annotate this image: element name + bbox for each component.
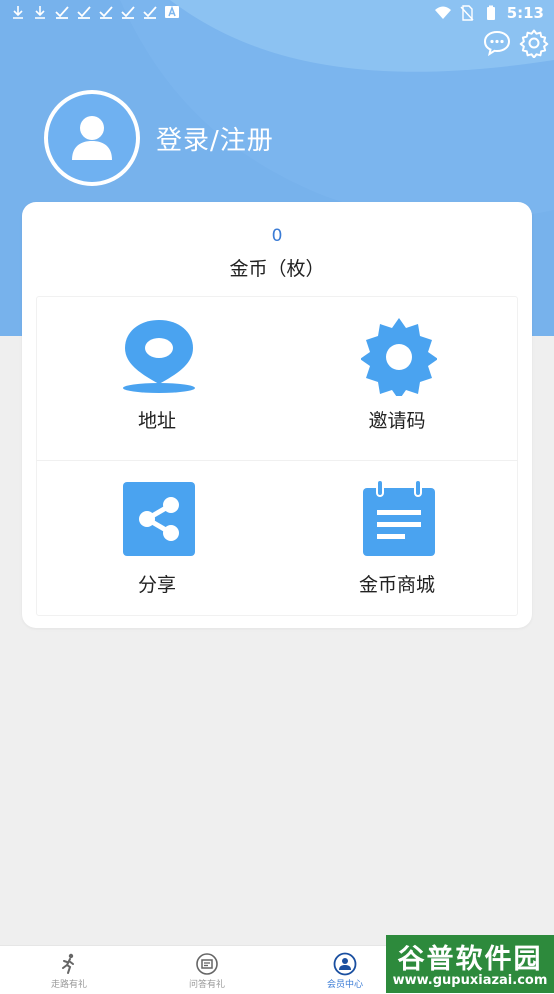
download-icon [13,6,23,19]
grid-item-coin-mall[interactable]: 金币商城 [297,478,497,628]
location-pin-icon [123,320,195,393]
download-icon [35,6,45,19]
status-time: 5:13 [506,4,544,22]
qa-icon [196,953,218,975]
check-icon [77,6,91,19]
grid-item-address[interactable]: 地址 [57,314,257,464]
gear-icon [361,318,437,396]
coin-label: 金币（枚） [229,258,325,280]
check-icon [55,6,69,19]
member-card: 0 金币（枚） 地址 邀请码 分享 金币商城 [22,202,532,628]
check-icon [143,6,157,19]
avatar[interactable] [44,90,140,186]
runner-icon [62,953,74,974]
settings-icon[interactable] [519,28,549,58]
watermark-url: www.gupuxiazai.com [392,973,548,988]
login-register-link[interactable]: 登录/注册 [156,120,274,157]
grid-label-address: 地址 [137,410,176,432]
notepad-icon [363,480,435,556]
status-system: 5:13 [434,4,544,22]
grid-label-share: 分享 [137,574,176,596]
grid-label-invite-code: 邀请码 [368,410,426,432]
chat-icon[interactable] [482,28,512,58]
watermark-title: 谷普软件园 [397,944,543,975]
a-icon [165,5,179,18]
coin-count: 0 [271,226,283,246]
battery-icon [486,5,495,20]
wifi-icon [434,6,451,19]
sim-off-icon [460,5,474,21]
member-icon [333,952,357,976]
tab-walk-reward[interactable]: 走路有礼 [0,946,138,994]
watermark-logo: 谷普软件园 www.gupuxiazai.com [386,935,554,993]
tab-label-qa: 问答有礼 [188,980,225,990]
user-icon [72,116,112,160]
share-icon [123,482,195,556]
grid-label-coin-mall: 金币商城 [358,574,435,596]
grid-item-share[interactable]: 分享 [57,478,257,628]
check-icon [121,6,135,19]
grid-item-invite-code[interactable]: 邀请码 [297,314,497,464]
check-icon [99,6,113,19]
status-notifications [10,4,180,20]
status-bar: 5:13 [0,0,554,26]
tab-qa-reward[interactable]: 问答有礼 [138,946,276,994]
tab-label-walk: 走路有礼 [50,980,87,990]
